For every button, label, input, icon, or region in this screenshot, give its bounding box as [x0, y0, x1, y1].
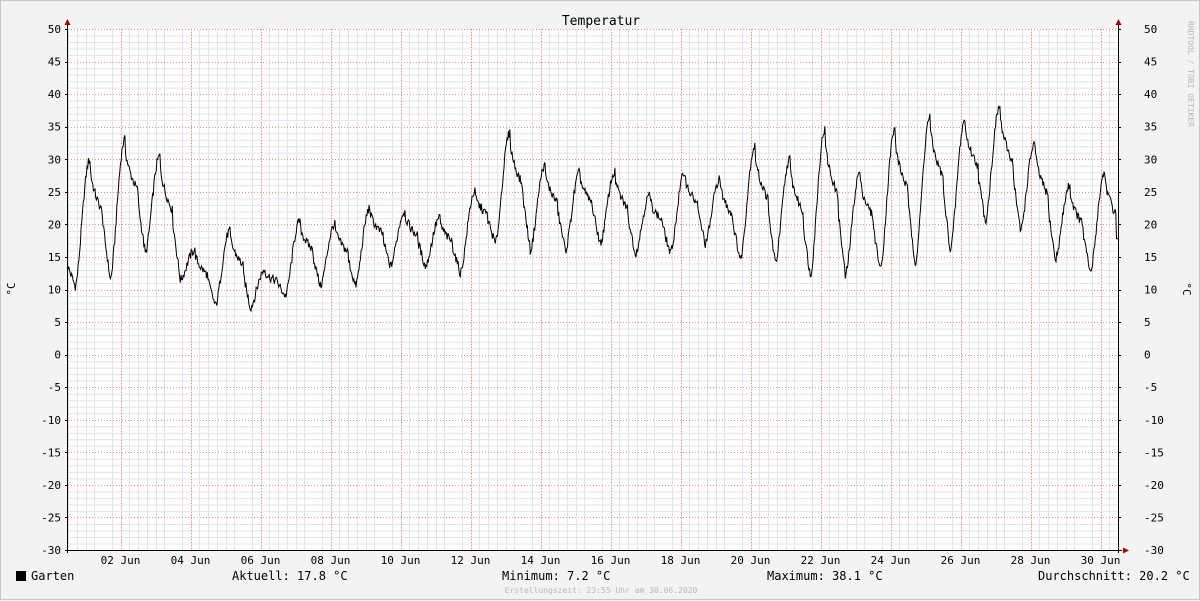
y-tick-label: 5	[54, 316, 61, 329]
x-tick-label: 10 Jun	[381, 554, 421, 567]
y-tick-label: 50	[48, 23, 61, 36]
y-tick-label: 40	[48, 88, 61, 101]
x-tick-label: 02 Jun	[101, 554, 141, 567]
x-tick-label: 16 Jun	[591, 554, 631, 567]
x-tick-label: 22 Jun	[801, 554, 841, 567]
y-axis-label-left: °C	[5, 282, 18, 295]
y-tick-label: -30	[1144, 544, 1164, 557]
y-tick-label: 25	[1144, 186, 1157, 199]
creation-time-footer: Erstellungszeit: 23:55 Uhr am 30.06.2020	[504, 586, 698, 595]
y-tick-label: 45	[1144, 56, 1157, 69]
x-tick-label: 14 Jun	[521, 554, 561, 567]
x-tick-label: 28 Jun	[1011, 554, 1051, 567]
y-tick-label: -20	[41, 479, 61, 492]
y-tick-label: 30	[48, 153, 61, 166]
y-tick-label: -5	[48, 381, 61, 394]
chart-title: Temperatur	[562, 14, 640, 29]
y-tick-label: -10	[41, 414, 61, 427]
y-tick-label: -25	[1144, 511, 1164, 524]
y-tick-label: -25	[41, 511, 61, 524]
y-tick-label: 35	[48, 121, 61, 134]
legend-swatch-garten	[16, 571, 26, 581]
legend-series-name: Garten	[31, 569, 75, 583]
y-tick-label: 10	[1144, 284, 1157, 297]
y-tick-label: 0	[1144, 349, 1151, 362]
legend-minimum: Minimum: 7.2 °C	[502, 569, 611, 583]
x-tick-label: 08 Jun	[311, 554, 351, 567]
arrow-icon	[64, 19, 71, 25]
y-tick-label: 50	[1144, 23, 1157, 36]
y-tick-label: 0	[54, 349, 61, 362]
y-tick-label: 45	[48, 56, 61, 69]
y-axis-label-right: °C	[1180, 282, 1193, 295]
arrow-icon	[1123, 547, 1129, 554]
y-tick-labels-right: -30 -25 -20 -15 -10 -5 0 5 10 15 20 25 30 35 40 45 50	[1144, 23, 1164, 557]
x-tick-label: 18 Jun	[661, 554, 701, 567]
y-tick-label: 20	[1144, 218, 1157, 231]
y-tick-label: -30	[41, 544, 61, 557]
y-tick-label: -15	[41, 446, 61, 459]
legend-maximum: Maximum: 38.1 °C	[767, 569, 883, 583]
y-tick-label: 10	[48, 284, 61, 297]
x-tick-label: 04 Jun	[171, 554, 211, 567]
arrow-icon	[1115, 19, 1122, 25]
y-tick-label: 40	[1144, 88, 1157, 101]
chart-frame: -30 -25 -20 -15 -10 -5 0 5 10 15 20 25 30 35 40 45 50 -3…	[0, 0, 1200, 600]
y-tick-label: 35	[1144, 121, 1157, 134]
y-tick-label: -15	[1144, 446, 1164, 459]
y-tick-label: 5	[1144, 316, 1151, 329]
legend-average: Durchschnitt: 20.2 °C	[1038, 569, 1190, 583]
y-tick-label: -20	[1144, 479, 1164, 492]
x-tick-label: 12 Jun	[451, 554, 491, 567]
y-tick-label: 15	[48, 251, 61, 264]
y-tick-label: 30	[1144, 153, 1157, 166]
y-tick-label: 15	[1144, 251, 1157, 264]
x-tick-labels: 02 Jun 04 Jun 06 Jun 08 Jun 10 Jun 12 Jun 14 J…	[101, 554, 1121, 567]
y-tick-label: -5	[1144, 381, 1157, 394]
x-tick-label: 20 Jun	[731, 554, 771, 567]
temperature-chart: -30-25-20-15-10-505101520253035404550 -3…	[5, 14, 1193, 567]
legend-current: Aktuell: 17.8 °C	[232, 569, 348, 583]
y-tick-label: 20	[48, 218, 61, 231]
rrdtool-watermark: RRDTOOL / TOBI OETIKER	[1186, 21, 1195, 127]
x-tick-label: 30 Jun	[1081, 554, 1121, 567]
y-tick-label: -10	[1144, 414, 1164, 427]
y-tick-label: 25	[48, 186, 61, 199]
x-tick-label: 24 Jun	[871, 554, 911, 567]
x-tick-label: 06 Jun	[241, 554, 281, 567]
y-tick-labels-left: -30 -25 -20 -15 -10 -5 0 5 10 15 20 25 30 35 40 45 50	[41, 23, 61, 557]
x-tick-label: 26 Jun	[941, 554, 981, 567]
